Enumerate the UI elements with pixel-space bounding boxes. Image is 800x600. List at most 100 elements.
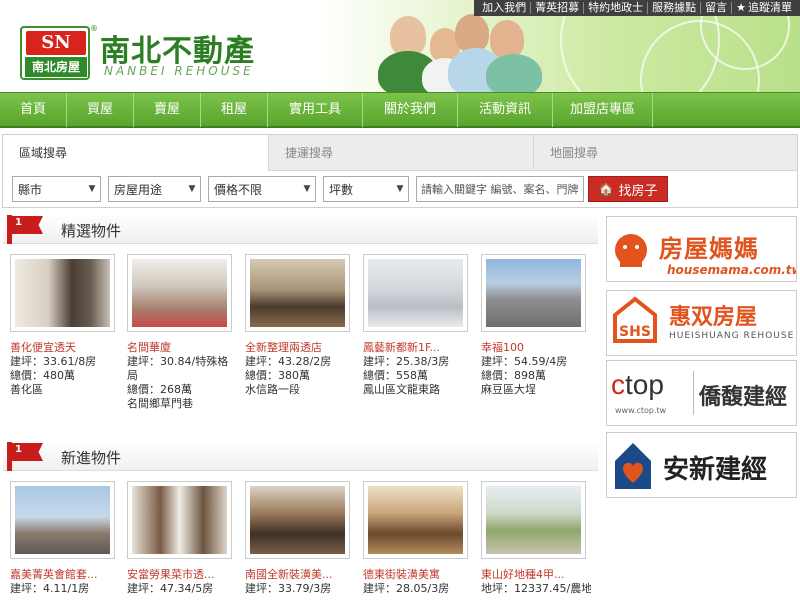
property-title[interactable]: 幸福100 xyxy=(481,339,591,355)
property-thumbnail[interactable] xyxy=(245,481,350,559)
nav-sell[interactable]: 賣屋 xyxy=(134,93,201,127)
property-title[interactable]: 嘉美菁英會館套... xyxy=(10,566,120,582)
property-title[interactable]: 德東街裝潢美寓 xyxy=(363,566,473,582)
city-select-value: 縣市 xyxy=(18,182,43,197)
property-thumbnail[interactable] xyxy=(10,254,115,332)
property-thumbnail[interactable] xyxy=(481,481,586,559)
ad-divider xyxy=(693,371,694,415)
chevron-down-icon: ▼ xyxy=(88,184,96,194)
price-select[interactable]: 價格不限 ▼ xyxy=(208,176,316,202)
property-card[interactable]: 鳳藝新都新1F... 建坪：25.38/3房 總價：558萬 鳳山區文龍東路 xyxy=(363,254,473,397)
city-select[interactable]: 縣市 ▼ xyxy=(12,176,101,202)
property-location: 善化區 xyxy=(10,383,43,396)
ad-hueishuang-name: 惠双房屋 xyxy=(669,305,758,330)
watchlist-label: 追蹤清單 xyxy=(748,1,792,14)
top-links: 加入我們 菁英招募 特約地政士 服務據點 留言 ★ 追蹤清單 xyxy=(474,0,800,16)
ad-housemama-name: 房屋媽媽 xyxy=(659,235,759,263)
property-thumbnail[interactable] xyxy=(363,481,468,559)
find-house-button[interactable]: 🏠 找房子 xyxy=(588,176,668,202)
ad-anxin-name: 安新建經 xyxy=(663,455,768,485)
property-thumbnail[interactable] xyxy=(127,254,232,332)
property-location: 麻豆區大埕 xyxy=(481,383,536,396)
flag-icon: 1 xyxy=(3,214,51,244)
usage-select-value: 房屋用途 xyxy=(114,182,163,197)
area-select[interactable]: 坪數 ▼ xyxy=(323,176,409,202)
recruit-link[interactable]: 菁英招募 xyxy=(531,2,585,14)
property-location: 水信路一段 xyxy=(245,383,300,396)
logo[interactable]: SN 南北房屋 xyxy=(20,26,90,80)
property-price: 總價：268萬 xyxy=(127,383,192,396)
home-icon: 🏠 xyxy=(598,182,614,196)
property-area: 地坪：12337.45/農地 xyxy=(481,582,591,595)
join-us-link[interactable]: 加入我們 xyxy=(478,2,532,14)
nav-home[interactable]: 首頁 xyxy=(0,93,67,127)
property-area: 建坪：30.84/特殊格局 xyxy=(127,355,229,382)
ad-anxin[interactable]: 安新建經 xyxy=(606,432,797,498)
nav-buy[interactable]: 買屋 xyxy=(67,93,134,127)
ad-housemama[interactable]: 房屋媽媽 housemama.com.tw xyxy=(606,216,797,282)
property-card[interactable]: 幸福100 建坪：54.59/4房 總價：898萬 麻豆區大埕 xyxy=(481,254,591,397)
ad-hueishuang[interactable]: SHS 惠双房屋 HUEISHUANG REHOUSE xyxy=(606,290,797,356)
featured-title: 精選物件 xyxy=(61,222,122,240)
property-thumbnail[interactable] xyxy=(481,254,586,332)
property-thumbnail[interactable] xyxy=(10,481,115,559)
property-card[interactable]: 德東街裝潢美寓 建坪：28.05/3房 xyxy=(363,481,473,596)
hueishuang-logo: SHS xyxy=(613,296,657,343)
property-area: 建坪：47.34/5房 xyxy=(127,582,214,595)
property-title[interactable]: 安當勞果菜市透... xyxy=(127,566,237,582)
chevron-down-icon: ▼ xyxy=(303,184,311,194)
locations-link[interactable]: 服務據點 xyxy=(648,2,702,14)
property-thumbnail[interactable] xyxy=(127,481,232,559)
brand-name-en: NANBEI REHOUSE xyxy=(104,64,254,78)
property-title[interactable]: 善化便宜透天 xyxy=(10,339,120,355)
property-area: 建坪：4.11/1房 xyxy=(10,582,90,595)
property-title[interactable]: 名間華廈 xyxy=(127,339,237,355)
chevron-down-icon: ▼ xyxy=(396,184,404,194)
property-title[interactable]: 東山好地種4甲... xyxy=(481,566,591,582)
nav-events[interactable]: 活動資訊 xyxy=(458,93,553,127)
ad-ctop[interactable]: cctoptop www.ctop.tw 僑馥建經 xyxy=(606,360,797,426)
property-title[interactable]: 鳳藝新都新1F... xyxy=(363,339,473,355)
tab-mrt-search[interactable]: 捷運搜尋 xyxy=(268,135,533,171)
nav-about[interactable]: 關於我們 xyxy=(363,93,458,127)
watchlist-link[interactable]: ★ 追蹤清單 xyxy=(732,2,796,14)
land-agent-link[interactable]: 特約地政士 xyxy=(584,2,649,14)
property-area: 建坪：28.05/3房 xyxy=(363,582,450,595)
property-card[interactable]: 名間華廈 建坪：30.84/特殊格局 總價：268萬 名間鄉草門巷 xyxy=(127,254,237,411)
property-location: 鳳山區文龍東路 xyxy=(363,383,440,396)
property-area: 建坪：43.28/2房 xyxy=(245,355,332,368)
property-location: 名間鄉草門巷 xyxy=(127,397,193,410)
site-header: SN 南北房屋 ® 南北不動產 NANBEI REHOUSE 加入我們 菁英招募… xyxy=(0,0,800,92)
property-card[interactable]: 南國全新裝潢美... 建坪：33.79/3房 xyxy=(245,481,355,596)
property-title[interactable]: 南國全新裝潢美... xyxy=(245,566,355,582)
property-card[interactable]: 善化便宜透天 建坪：33.61/8房 總價：480萬 善化區 xyxy=(10,254,120,397)
property-thumbnail[interactable] xyxy=(245,254,350,332)
property-area: 建坪：33.79/3房 xyxy=(245,582,332,595)
area-select-value: 坪數 xyxy=(329,182,354,197)
price-select-value: 價格不限 xyxy=(214,182,263,197)
search-tabs: 區域搜尋 捷運搜尋 地圖搜尋 xyxy=(3,135,797,171)
property-price: 總價：380萬 xyxy=(245,369,310,382)
logo-subtitle: 南北房屋 xyxy=(25,57,87,77)
property-card[interactable]: 全新整理兩透店 建坪：43.28/2房 總價：380萬 水信路一段 xyxy=(245,254,355,397)
search-panel: 區域搜尋 捷運搜尋 地圖搜尋 縣市 ▼ 房屋用途 ▼ 價格不限 ▼ 坪數 ▼ 請輸入關鍵… xyxy=(2,134,798,208)
chevron-down-icon: ▼ xyxy=(188,184,196,194)
usage-select[interactable]: 房屋用途 ▼ xyxy=(108,176,201,202)
property-thumbnail[interactable] xyxy=(363,254,468,332)
nav-franchise[interactable]: 加盟店專區 xyxy=(553,93,653,127)
property-card[interactable]: 嘉美菁英會館套... 建坪：4.11/1房 xyxy=(10,481,120,596)
logo-initials: SN xyxy=(26,31,86,55)
nav-rent[interactable]: 租屋 xyxy=(201,93,268,127)
property-area: 建坪：25.38/3房 xyxy=(363,355,450,368)
message-link[interactable]: 留言 xyxy=(701,2,733,14)
tab-map-search[interactable]: 地圖搜尋 xyxy=(533,135,797,171)
property-card[interactable]: 安當勞果菜市透... 建坪：47.34/5房 xyxy=(127,481,237,596)
main-nav: 首頁 買屋 賣屋 租屋 實用工具 關於我們 活動資訊 加盟店專區 xyxy=(0,92,800,128)
property-price: 總價：558萬 xyxy=(363,369,428,382)
featured-section-header: 1 精選物件 xyxy=(3,214,598,244)
property-card[interactable]: 東山好地種4甲... 地坪：12337.45/農地 xyxy=(481,481,591,596)
property-title[interactable]: 全新整理兩透店 xyxy=(245,339,355,355)
keyword-input[interactable]: 請輸入關鍵字 編號、案名、門牌 xyxy=(416,176,584,202)
tab-area-search[interactable]: 區域搜尋 xyxy=(3,135,268,171)
nav-tools[interactable]: 實用工具 xyxy=(268,93,363,127)
